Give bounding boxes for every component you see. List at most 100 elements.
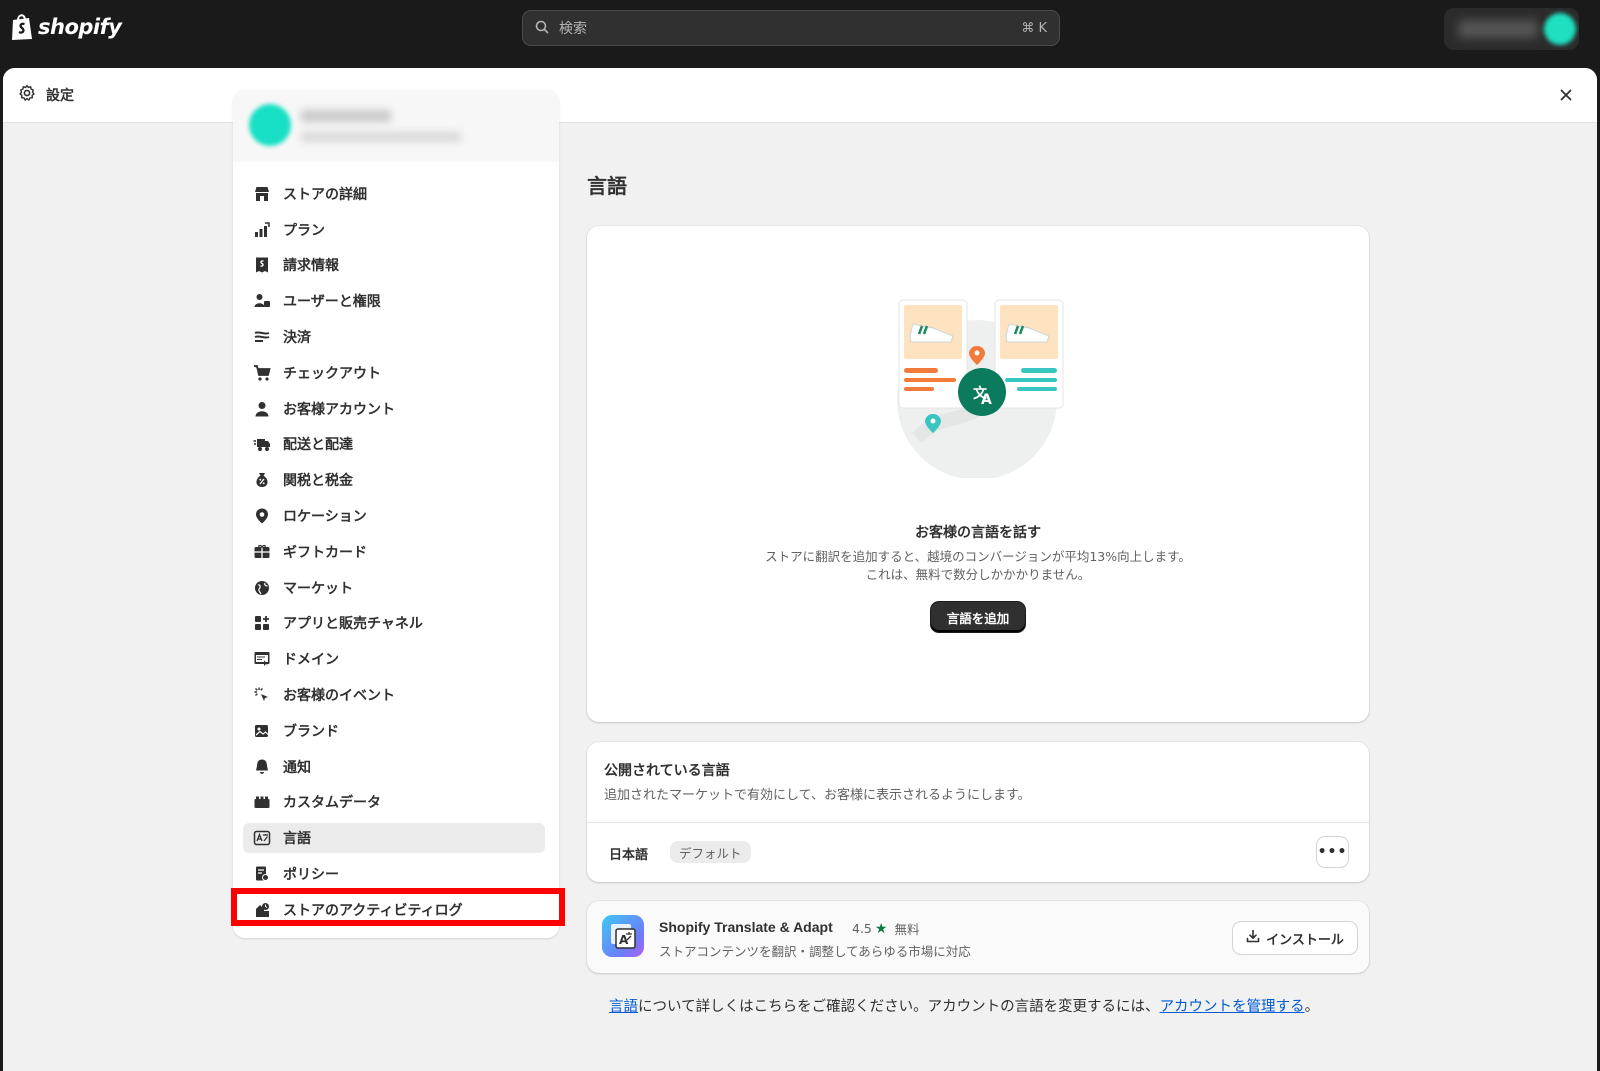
- sidebar-item-receipt[interactable]: 請求情報: [233, 248, 559, 284]
- page-title: 言語: [587, 174, 627, 198]
- published-languages-description: 追加されたマーケットで有効にして、お客様に表示されるようにします。: [604, 788, 1031, 803]
- sidebar-item-label: アプリと販売チャネル: [283, 616, 423, 633]
- more-actions-button[interactable]: •••: [1317, 837, 1348, 867]
- language-hero-card: 文 A お客様の言語を話す ストアに翻訳を追加すると、越境のコンバージョンが平均…: [587, 226, 1369, 722]
- globe-icon: [253, 579, 271, 597]
- sidebar-item-label: チェックアウト: [283, 365, 381, 382]
- app-rating: 4.5 ★ 無料: [852, 919, 919, 938]
- sidebar-item-label: ギフトカード: [283, 544, 367, 561]
- sidebar-item-truck[interactable]: 配送と配達: [233, 427, 559, 463]
- location-pin-icon: [253, 507, 271, 525]
- published-languages-title: 公開されている言語: [604, 763, 730, 779]
- sidebar-item-label: 決済: [283, 330, 311, 347]
- translate-app-icon: A: [602, 915, 644, 957]
- gear-icon: [18, 84, 36, 106]
- store-url-redacted: [301, 132, 461, 142]
- search-icon: [535, 19, 549, 38]
- sidebar-item-tax-bag[interactable]: 関税と税金: [233, 462, 559, 498]
- logo-text: shopify: [38, 15, 122, 39]
- store-switcher[interactable]: [233, 90, 559, 162]
- add-language-button[interactable]: 言語を追加: [931, 602, 1025, 632]
- install-button[interactable]: インストール: [1233, 922, 1357, 954]
- sidebar-item-label: マーケット: [283, 580, 353, 597]
- app-recommendation-card[interactable]: A Shopify Translate & Adapt 4.5 ★ 無料 ストア…: [587, 901, 1369, 973]
- sidebar-item-plan-chart[interactable]: プラン: [233, 212, 559, 248]
- sidebar-item-users[interactable]: ユーザーと権限: [233, 283, 559, 319]
- person-icon: [253, 400, 271, 418]
- close-button[interactable]: [1553, 82, 1579, 108]
- app-description: ストアコンテンツを翻訳・調整してあらゆる市場に対応: [659, 944, 971, 959]
- sidebar-item-store[interactable]: ストアの詳細: [233, 176, 559, 212]
- language-name: 日本語: [609, 848, 649, 863]
- default-badge: デフォルト: [670, 841, 751, 863]
- policy-icon: [253, 865, 271, 883]
- app-name[interactable]: Shopify Translate & Adapt: [659, 919, 833, 935]
- sidebar-item-globe[interactable]: マーケット: [233, 570, 559, 606]
- close-icon: [1560, 86, 1572, 105]
- truck-icon: [253, 435, 271, 453]
- sidebar-item-brand-image[interactable]: ブランド: [233, 713, 559, 749]
- sidebar-item-custom-data[interactable]: カスタムデータ: [233, 785, 559, 821]
- manage-account-link[interactable]: アカウントを管理する: [1160, 999, 1305, 1015]
- language-icon: [253, 829, 271, 847]
- sidebar-item-gift-card[interactable]: ギフトカード: [233, 534, 559, 570]
- sidebar-item-label: 関税と税金: [283, 473, 353, 490]
- search-input[interactable]: 検索 ⌘ K: [522, 10, 1060, 46]
- hero-description: ストアに翻訳を追加すると、越境のコンバージョンが平均13%向上します。これは、無…: [765, 549, 1191, 582]
- sidebar-item-label: カスタムデータ: [283, 795, 381, 812]
- sidebar-item-label: ロケーション: [283, 509, 367, 526]
- custom-data-icon: [253, 793, 271, 811]
- sidebar-item-label: お客様のイベント: [283, 688, 395, 705]
- install-label: インストール: [1266, 932, 1344, 948]
- download-icon: [1246, 929, 1260, 947]
- sidebar-item-label: 通知: [283, 759, 311, 776]
- footnote-end: 。: [1304, 999, 1320, 1015]
- store-icon: [253, 185, 271, 203]
- activity-log-icon: [253, 901, 271, 919]
- footnote-text: について詳しくはこちらをご確認ください。アカウントの言語を変更するには、: [638, 999, 1160, 1015]
- receipt-icon: [253, 256, 271, 274]
- gift-card-icon: [253, 543, 271, 561]
- shopify-bag-icon: [10, 12, 34, 42]
- sidebar-item-label: ストアの詳細: [283, 186, 367, 203]
- sidebar-item-apps[interactable]: アプリと販売チャネル: [233, 606, 559, 642]
- settings-nav: ストアの詳細 プラン請求情報 ユーザーと権限決済チェックアウト お客様アカウント 配送と…: [233, 162, 559, 928]
- sidebar-item-label: 言語: [283, 831, 311, 848]
- account-name-redacted: [1458, 20, 1538, 38]
- sidebar-item-location-pin[interactable]: ロケーション: [233, 498, 559, 534]
- language-help-link[interactable]: 言語: [609, 999, 638, 1015]
- svg-text:A: A: [981, 392, 992, 408]
- search-shortcut: ⌘ K: [1021, 20, 1047, 36]
- sidebar-item-activity-log[interactable]: ストアのアクティビティログ: [233, 892, 559, 928]
- settings-sidebar: ストアの詳細 プラン請求情報 ユーザーと権限決済チェックアウト お客様アカウント 配送と…: [233, 90, 559, 938]
- translation-illustration: 文 A: [897, 299, 1064, 478]
- sidebar-item-cursor-click[interactable]: お客様のイベント: [233, 677, 559, 713]
- rating-value: 4.5: [852, 921, 872, 936]
- store-name-redacted: [301, 110, 391, 122]
- brand-image-icon: [253, 722, 271, 740]
- apps-icon: [253, 614, 271, 632]
- sidebar-item-domain[interactable]: ドメイン: [233, 641, 559, 677]
- sidebar-item-person[interactable]: お客様アカウント: [233, 391, 559, 427]
- sidebar-item-label: お客様アカウント: [283, 401, 395, 418]
- cart-icon: [253, 364, 271, 382]
- bell-icon: [253, 758, 271, 776]
- sidebar-item-bell[interactable]: 通知: [233, 749, 559, 785]
- ellipsis-icon: •••: [1317, 844, 1348, 860]
- payments-icon: [253, 328, 271, 346]
- top-bar: shopify 検索 ⌘ K: [0, 0, 1600, 60]
- sidebar-item-policy[interactable]: ポリシー: [233, 856, 559, 892]
- search-placeholder: 検索: [559, 21, 587, 37]
- tax-bag-icon: [253, 471, 271, 489]
- account-menu-button[interactable]: [1444, 8, 1579, 50]
- sidebar-item-language[interactable]: 言語: [233, 820, 559, 856]
- avatar: [1544, 13, 1576, 45]
- sidebar-item-cart[interactable]: チェックアウト: [233, 355, 559, 391]
- sidebar-item-payments[interactable]: 決済: [233, 319, 559, 355]
- sidebar-item-label: プラン: [283, 222, 325, 239]
- shopify-logo[interactable]: shopify: [10, 12, 122, 42]
- store-avatar: [249, 104, 291, 146]
- published-languages-card: 公開されている言語 追加されたマーケットで有効にして、お客様に表示されるようにし…: [587, 742, 1369, 882]
- domain-icon: [253, 650, 271, 668]
- sidebar-item-label: 配送と配達: [283, 437, 353, 454]
